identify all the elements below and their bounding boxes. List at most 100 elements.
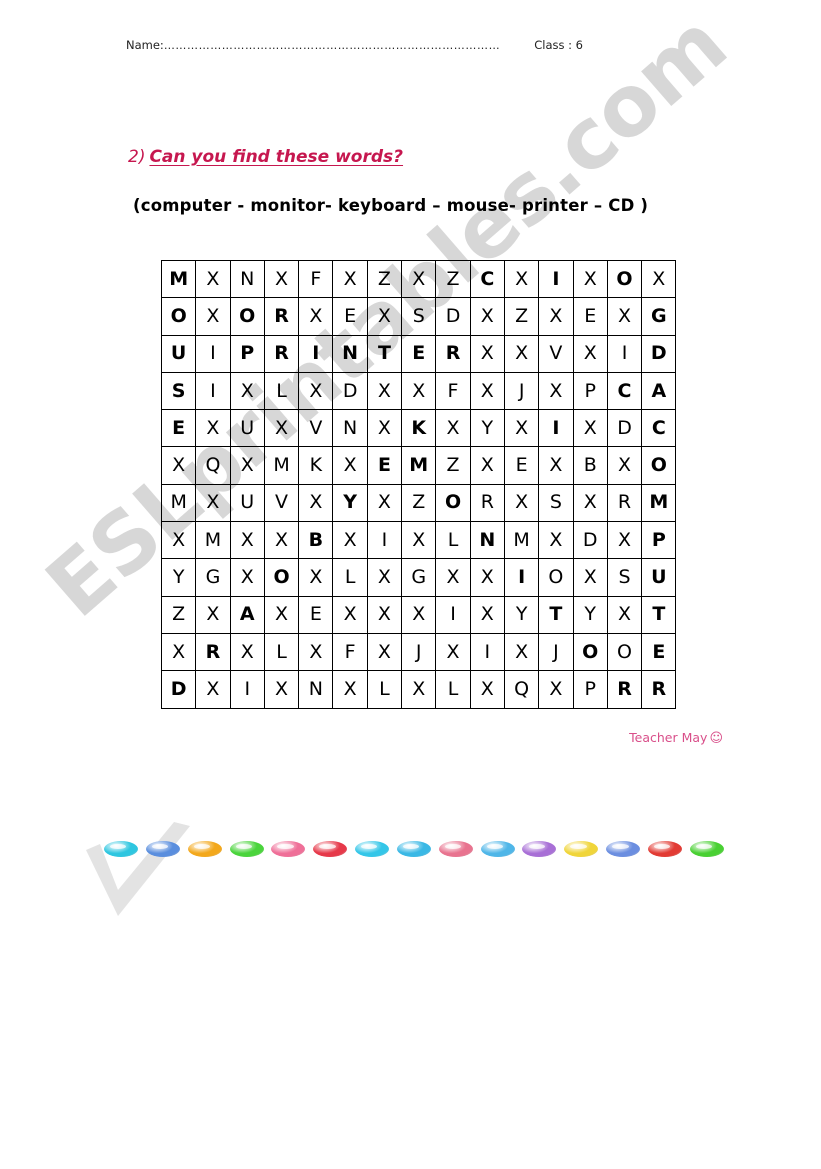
grid-cell[interactable]: L	[366, 670, 403, 709]
grid-cell[interactable]: X	[229, 446, 265, 485]
grid-cell[interactable]: X	[401, 670, 437, 709]
grid-cell[interactable]: U	[229, 409, 265, 448]
grid-cell[interactable]: I	[195, 334, 231, 373]
grid-cell[interactable]: G	[195, 558, 231, 597]
grid-cell[interactable]: Y	[572, 595, 608, 634]
grid-cell[interactable]: Y	[160, 558, 197, 597]
grid-cell[interactable]: R	[263, 334, 300, 373]
grid-cell[interactable]: S	[606, 558, 643, 597]
grid-cell[interactable]: T	[538, 595, 574, 634]
grid-cell[interactable]: R	[195, 632, 231, 672]
grid-cell[interactable]: D	[606, 409, 643, 448]
grid-cell[interactable]: X	[538, 297, 574, 336]
grid-cell[interactable]: X	[229, 632, 265, 672]
grid-cell[interactable]: V	[298, 409, 334, 448]
grid-cell[interactable]: Y	[469, 409, 505, 448]
grid-cell[interactable]: X	[366, 297, 403, 336]
grid-cell[interactable]: P	[229, 334, 265, 373]
grid-cell[interactable]: X	[195, 483, 231, 523]
grid-cell[interactable]: X	[263, 595, 300, 634]
grid-cell[interactable]: O	[606, 259, 643, 299]
grid-cell[interactable]: X	[606, 446, 643, 485]
grid-cell[interactable]: P	[572, 670, 608, 709]
grid-cell[interactable]: M	[503, 521, 540, 560]
grid-cell[interactable]: P	[641, 521, 677, 560]
name-dotted-line[interactable]: ……………………………………………………………………………	[164, 39, 500, 52]
grid-cell[interactable]: C	[606, 371, 643, 411]
grid-cell[interactable]: X	[263, 409, 300, 448]
grid-cell[interactable]: N	[469, 521, 505, 560]
grid-cell[interactable]: L	[332, 558, 368, 597]
grid-cell[interactable]: J	[503, 371, 540, 411]
grid-cell[interactable]: X	[469, 558, 505, 597]
grid-cell[interactable]: T	[366, 334, 403, 373]
grid-cell[interactable]: Q	[503, 670, 540, 709]
grid-cell[interactable]: G	[641, 297, 677, 336]
grid-cell[interactable]: Z	[401, 483, 437, 523]
grid-cell[interactable]: I	[538, 259, 574, 299]
grid-cell[interactable]: X	[469, 446, 505, 485]
grid-cell[interactable]: I	[366, 521, 403, 560]
grid-cell[interactable]: E	[641, 632, 677, 672]
grid-cell[interactable]: L	[435, 521, 471, 560]
grid-cell[interactable]: X	[641, 259, 677, 299]
grid-cell[interactable]: V	[263, 483, 300, 523]
grid-cell[interactable]: V	[538, 334, 574, 373]
grid-cell[interactable]: X	[538, 371, 574, 411]
grid-cell[interactable]: X	[298, 632, 334, 672]
grid-cell[interactable]: X	[366, 371, 403, 411]
grid-cell[interactable]: X	[503, 409, 540, 448]
grid-cell[interactable]: X	[401, 371, 437, 411]
grid-cell[interactable]: T	[641, 595, 677, 634]
grid-cell[interactable]: J	[401, 632, 437, 672]
grid-cell[interactable]: X	[298, 297, 334, 336]
grid-cell[interactable]: R	[641, 670, 677, 709]
grid-cell[interactable]: O	[572, 632, 608, 672]
grid-cell[interactable]: M	[160, 483, 197, 523]
grid-cell[interactable]: X	[332, 521, 368, 560]
grid-cell[interactable]: O	[538, 558, 574, 597]
grid-cell[interactable]: N	[298, 670, 334, 709]
grid-cell[interactable]: X	[263, 259, 300, 299]
grid-cell[interactable]: O	[160, 297, 197, 336]
grid-cell[interactable]: L	[263, 371, 300, 411]
grid-cell[interactable]: X	[332, 670, 368, 709]
grid-cell[interactable]: X	[229, 371, 265, 411]
grid-cell[interactable]: O	[435, 483, 471, 523]
grid-cell[interactable]: K	[298, 446, 334, 485]
grid-cell[interactable]: M	[160, 259, 197, 299]
grid-cell[interactable]: I	[606, 334, 643, 373]
grid-cell[interactable]: X	[469, 297, 505, 336]
grid-cell[interactable]: Z	[366, 259, 403, 299]
grid-cell[interactable]: U	[229, 483, 265, 523]
grid-cell[interactable]: R	[469, 483, 505, 523]
grid-cell[interactable]: D	[160, 670, 197, 709]
grid-cell[interactable]: X	[503, 334, 540, 373]
grid-cell[interactable]: X	[538, 521, 574, 560]
grid-cell[interactable]: X	[606, 595, 643, 634]
grid-cell[interactable]: X	[469, 595, 505, 634]
grid-cell[interactable]: E	[160, 409, 197, 448]
grid-cell[interactable]: O	[263, 558, 300, 597]
grid-cell[interactable]: X	[195, 297, 231, 336]
grid-cell[interactable]: X	[401, 259, 437, 299]
grid-cell[interactable]: G	[401, 558, 437, 597]
grid-cell[interactable]: Z	[160, 595, 197, 634]
grid-cell[interactable]: X	[538, 670, 574, 709]
grid-cell[interactable]: X	[572, 259, 608, 299]
grid-cell[interactable]: X	[195, 409, 231, 448]
grid-cell[interactable]: X	[229, 558, 265, 597]
grid-cell[interactable]: X	[366, 409, 403, 448]
grid-cell[interactable]: X	[606, 297, 643, 336]
grid-cell[interactable]: X	[298, 558, 334, 597]
grid-cell[interactable]: X	[503, 483, 540, 523]
grid-cell[interactable]: X	[572, 483, 608, 523]
grid-cell[interactable]: X	[503, 632, 540, 672]
grid-cell[interactable]: E	[298, 595, 334, 634]
grid-cell[interactable]: M	[195, 521, 231, 560]
grid-cell[interactable]: C	[641, 409, 677, 448]
grid-cell[interactable]: Z	[435, 446, 471, 485]
grid-cell[interactable]: D	[435, 297, 471, 336]
grid-cell[interactable]: X	[366, 595, 403, 634]
grid-cell[interactable]: X	[298, 371, 334, 411]
